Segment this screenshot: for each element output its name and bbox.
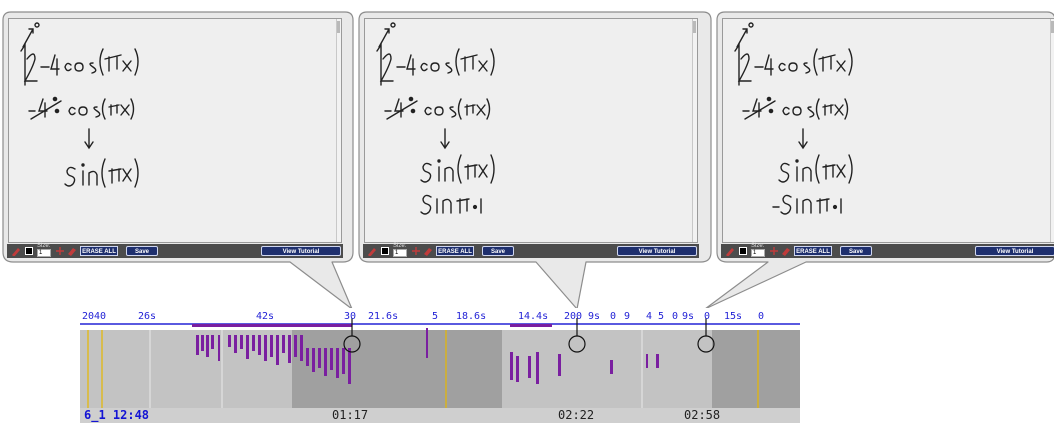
view-tutorial-button[interactable]: View Tutorial bbox=[617, 246, 697, 256]
tl-label: 5 bbox=[658, 311, 665, 322]
hw-line-2 bbox=[742, 96, 849, 120]
handwritten-math bbox=[376, 22, 495, 215]
hw-line-2 bbox=[28, 96, 135, 120]
tl-label: 5 bbox=[432, 311, 439, 322]
tl-label: 26s bbox=[138, 311, 157, 322]
keystroke-timeline[interactable]: 204 0 26s 42s 30 21.6s 5 18.6s 14.4s 200… bbox=[80, 308, 800, 423]
drawing-toolbar: Size: 1 ERASE ALL Save View Tutorial bbox=[363, 243, 699, 258]
canvas-scrollbar[interactable] bbox=[1050, 19, 1054, 242]
hw-line-4 bbox=[778, 154, 853, 184]
timeline-track-dark bbox=[712, 330, 800, 408]
hw-line-1 bbox=[734, 22, 853, 86]
tl-label: 9s bbox=[682, 311, 695, 322]
tl-label: 42s bbox=[256, 311, 275, 322]
tl-label: 0 bbox=[704, 311, 711, 322]
hw-line-4 bbox=[64, 158, 139, 188]
whiteboard-panel-3: Size: 1 ERASE ALL Save View Tutorial bbox=[717, 12, 1054, 260]
tl-label: 9 bbox=[624, 311, 631, 322]
canvas-scrollbar[interactable] bbox=[336, 19, 341, 242]
tl-label: 30 bbox=[344, 311, 357, 322]
hw-line-5 bbox=[772, 194, 842, 215]
time-label: 02:58 bbox=[684, 408, 721, 422]
color-swatch[interactable] bbox=[739, 247, 747, 255]
canvas-scrollbar[interactable] bbox=[692, 19, 697, 242]
drawing-canvas[interactable] bbox=[364, 18, 698, 243]
hw-line-5 bbox=[420, 194, 482, 215]
crosshair-icon[interactable] bbox=[55, 246, 65, 256]
handwritten-math bbox=[734, 22, 853, 215]
tl-label: 0 bbox=[100, 311, 107, 322]
tl-label: 9s bbox=[588, 311, 601, 322]
tl-label: 200 bbox=[564, 311, 583, 322]
whiteboard-panel-1: Size: 1 ERASE ALL Save View Tutorial bbox=[3, 12, 343, 260]
timeline-track-dark bbox=[292, 330, 502, 408]
time-label: 02:22 bbox=[558, 408, 595, 422]
hw-line-1 bbox=[376, 22, 495, 86]
handwritten-math bbox=[20, 22, 139, 188]
erase-all-button[interactable]: ERASE ALL bbox=[80, 246, 118, 256]
timeline-graphic bbox=[80, 308, 800, 423]
erase-all-button[interactable]: ERASE ALL bbox=[794, 246, 832, 256]
hw-line-4 bbox=[420, 154, 495, 184]
pencil-icon[interactable] bbox=[367, 246, 377, 256]
pencil-icon[interactable] bbox=[725, 246, 735, 256]
tl-label: 0 bbox=[672, 311, 679, 322]
view-tutorial-button[interactable]: View Tutorial bbox=[261, 246, 341, 256]
whiteboard-panel-2: Size: 1 ERASE ALL Save View Tutorial bbox=[359, 12, 699, 260]
drawing-toolbar: Size: 1 ERASE ALL Save View Tutorial bbox=[7, 243, 343, 258]
save-button[interactable]: Save bbox=[840, 246, 872, 256]
color-swatch[interactable] bbox=[25, 247, 33, 255]
hw-line-2 bbox=[384, 96, 491, 120]
tl-label: 14.4s bbox=[518, 311, 549, 322]
crosshair-icon[interactable] bbox=[769, 246, 779, 256]
pencil-icon[interactable] bbox=[11, 246, 21, 256]
tl-label: 15s bbox=[724, 311, 743, 322]
drawing-canvas[interactable] bbox=[8, 18, 342, 243]
session-stamp: 6_1 12:48 bbox=[84, 408, 150, 422]
tl-label: 18.6s bbox=[456, 311, 487, 322]
tl-label: 4 bbox=[646, 311, 653, 322]
save-button[interactable]: Save bbox=[126, 246, 158, 256]
tl-label: 21.6s bbox=[368, 311, 399, 322]
hw-arrow bbox=[84, 128, 94, 150]
tl-label: 0 bbox=[610, 311, 617, 322]
view-tutorial-button[interactable]: View Tutorial bbox=[975, 246, 1054, 256]
eraser-icon[interactable] bbox=[67, 246, 77, 256]
hw-arrow bbox=[440, 128, 450, 150]
tl-label: 0 bbox=[758, 311, 765, 322]
eraser-icon[interactable] bbox=[423, 246, 433, 256]
time-label: 01:17 bbox=[332, 408, 369, 422]
hw-line-1 bbox=[20, 22, 139, 86]
erase-all-button[interactable]: ERASE ALL bbox=[436, 246, 474, 256]
drawing-canvas[interactable] bbox=[722, 18, 1054, 243]
save-button[interactable]: Save bbox=[482, 246, 514, 256]
color-swatch[interactable] bbox=[381, 247, 389, 255]
drawing-toolbar: Size: 1 ERASE ALL Save View Tutorial bbox=[721, 243, 1054, 258]
size-stepper[interactable]: 1 bbox=[37, 249, 51, 257]
hw-arrow bbox=[798, 128, 808, 150]
size-stepper[interactable]: 1 bbox=[393, 249, 407, 257]
tl-label: 204 bbox=[82, 311, 101, 322]
size-stepper[interactable]: 1 bbox=[751, 249, 765, 257]
crosshair-icon[interactable] bbox=[411, 246, 421, 256]
eraser-icon[interactable] bbox=[781, 246, 791, 256]
